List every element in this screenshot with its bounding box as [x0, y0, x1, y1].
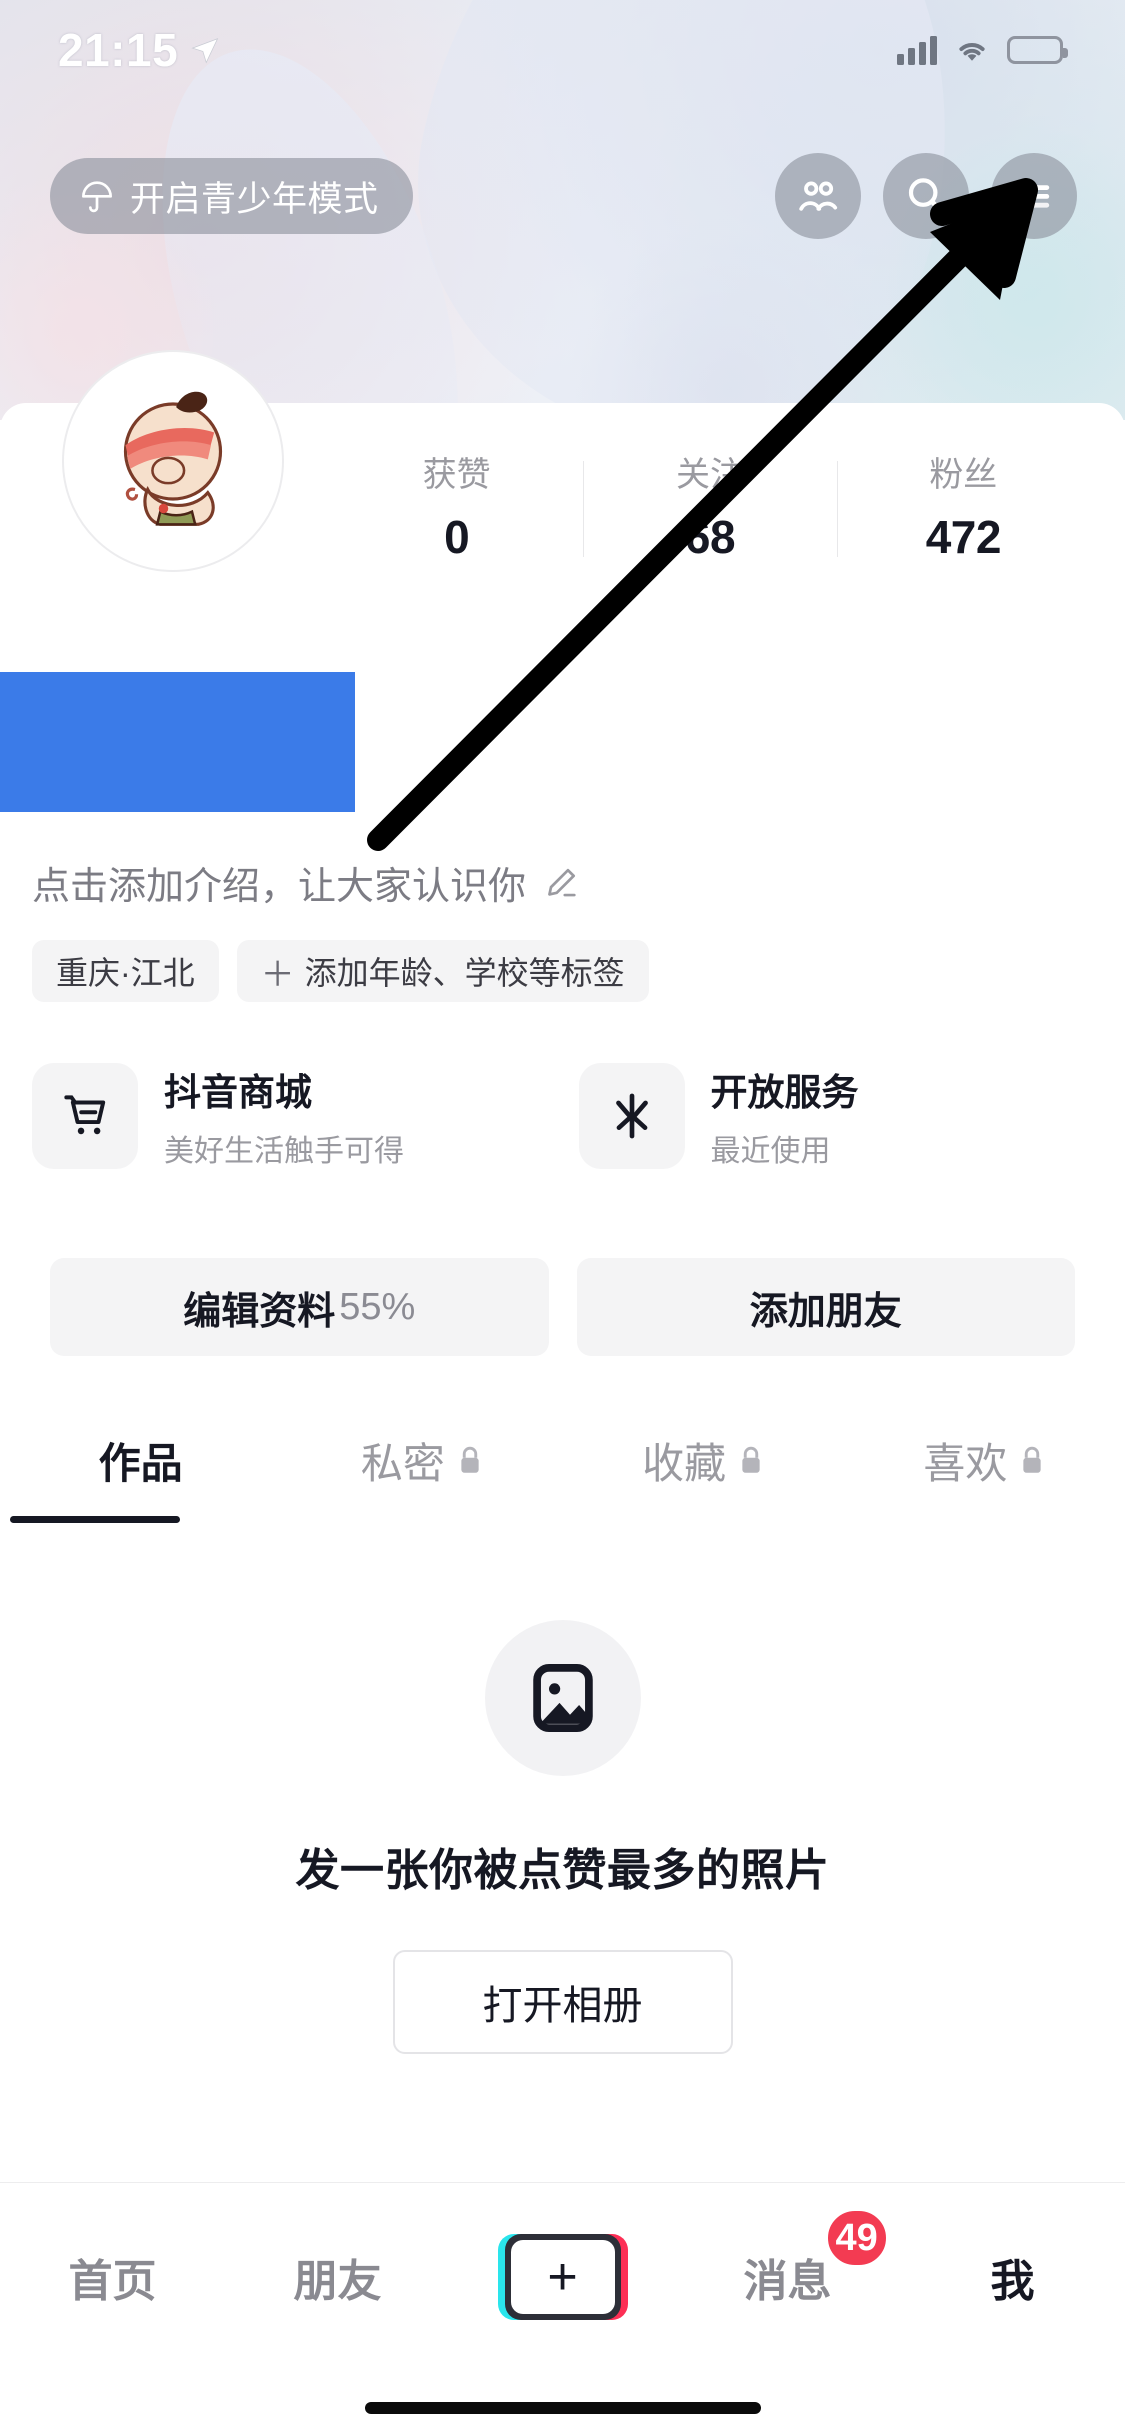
edit-profile-label: 编辑资料 — [183, 1290, 336, 1333]
tab-collection[interactable]: 收藏 — [563, 1400, 844, 1520]
tab-active-indicator — [10, 1516, 180, 1523]
open-album-label: 打开相册 — [482, 1984, 643, 2028]
edit-profile-button[interactable]: 编辑资料 55% — [50, 1258, 549, 1356]
nav-label: 我 — [990, 2257, 1035, 2306]
stat-label: 关注 — [675, 455, 744, 494]
status-time: 21:15 — [58, 24, 179, 76]
edit-profile-percent: 55% — [339, 1285, 416, 1328]
empty-state-title: 发一张你被点赞最多的照片 — [295, 1846, 830, 1895]
tab-private[interactable]: 私密 — [281, 1400, 562, 1520]
nav-item-friends[interactable]: 朋友 — [225, 2229, 450, 2325]
bottom-nav: 首页 朋友 + 消息 49 我 — [0, 2182, 1125, 2436]
search-button[interactable] — [883, 153, 969, 239]
top-action-row: 开启青少年模式 — [0, 148, 1125, 244]
teen-mode-button[interactable]: 开启青少年模式 — [50, 158, 413, 234]
image-placeholder-icon — [484, 1620, 641, 1776]
tab-label: 喜欢 — [923, 1439, 1008, 1487]
umbrella-icon — [78, 177, 116, 215]
profile-actions: 编辑资料 55% 添加朋友 — [50, 1258, 1075, 1356]
shopping-cart-icon — [32, 1063, 138, 1169]
tab-likes[interactable]: 喜欢 — [844, 1400, 1125, 1520]
stat-following[interactable]: 关注 68 — [583, 447, 836, 564]
plus-icon: ＋ — [260, 955, 295, 994]
card-title: 抖音商城 — [164, 1072, 312, 1113]
tab-works[interactable]: 作品 — [0, 1400, 281, 1520]
status-bar: 21:15 — [0, 0, 1125, 100]
profile-stats: 获赞 0 关注 68 粉丝 472 — [330, 425, 1090, 585]
bio-row[interactable]: 点击添加介绍，让大家认识你 — [32, 855, 832, 910]
tag-location[interactable]: 重庆·江北 — [32, 940, 219, 1002]
search-icon — [902, 172, 950, 220]
profile-tags: 重庆·江北 ＋ 添加年龄、学校等标签 — [32, 940, 649, 1002]
tab-label: 作品 — [98, 1439, 183, 1487]
home-indicator — [364, 2402, 761, 2414]
avatar[interactable] — [62, 350, 284, 572]
stat-likes[interactable]: 获赞 0 — [330, 447, 583, 564]
card-subtitle: 最近使用 — [710, 1135, 831, 1168]
friends-icon — [794, 172, 842, 220]
stat-followers[interactable]: 粉丝 472 — [836, 447, 1090, 564]
tag-label: 添加年龄、学校等标签 — [304, 955, 625, 991]
teen-mode-label: 开启青少年模式 — [130, 179, 379, 219]
stat-value: 0 — [444, 510, 470, 563]
plus-icon: + — [547, 2248, 578, 2306]
app-screen: 21:15 开启青少年模式 获赞 0 关注 68 粉丝 472 点击添加介绍，让… — [0, 0, 1125, 2436]
stat-label: 粉丝 — [929, 455, 998, 494]
wifi-icon — [953, 35, 991, 65]
cellular-signal-icon — [897, 35, 937, 65]
username-redaction — [0, 672, 355, 812]
menu-button[interactable] — [991, 153, 1077, 239]
nav-item-create[interactable]: + — [450, 2229, 675, 2325]
service-cards: 抖音商城 美好生活触手可得 开放服务 最近使用 — [32, 1055, 1093, 1177]
stat-value: 472 — [925, 510, 1002, 563]
lock-icon — [738, 1444, 764, 1476]
nav-label: 朋友 — [293, 2257, 382, 2306]
lock-icon — [457, 1444, 483, 1476]
open-album-button[interactable]: 打开相册 — [392, 1950, 733, 2054]
tab-label: 私密 — [360, 1439, 445, 1487]
content-tabs: 作品 私密 收藏 喜欢 — [0, 1400, 1125, 1520]
card-open-service[interactable]: 开放服务 最近使用 — [578, 1055, 1094, 1177]
avatar-cartoon-icon — [123, 391, 223, 526]
nav-item-home[interactable]: 首页 — [0, 2229, 225, 2325]
stat-value: 68 — [684, 510, 736, 563]
spark-icon — [578, 1063, 685, 1169]
tag-add[interactable]: ＋ 添加年龄、学校等标签 — [236, 940, 649, 1002]
card-subtitle: 美好生活触手可得 — [164, 1135, 404, 1168]
tab-label: 收藏 — [642, 1439, 727, 1487]
lock-icon — [1019, 1444, 1045, 1476]
location-arrow-icon — [190, 35, 220, 65]
nav-label: 首页 — [68, 2257, 157, 2306]
add-friend-button[interactable]: 添加朋友 — [576, 1258, 1075, 1356]
pencil-icon — [542, 864, 580, 902]
card-mall[interactable]: 抖音商城 美好生活触手可得 — [32, 1055, 547, 1177]
card-title: 开放服务 — [710, 1072, 859, 1113]
empty-state: 发一张你被点赞最多的照片 打开相册 — [0, 1620, 1125, 2054]
nav-item-messages[interactable]: 消息 49 — [675, 2207, 900, 2325]
tag-label: 重庆·江北 — [56, 955, 195, 991]
battery-low-icon — [1007, 36, 1068, 64]
add-friend-label: 添加朋友 — [749, 1290, 902, 1333]
menu-icon — [1010, 172, 1058, 220]
message-badge: 49 — [823, 2207, 890, 2269]
friends-button[interactable] — [775, 153, 861, 239]
stat-label: 获赞 — [422, 455, 491, 494]
nav-label: 消息 — [743, 2257, 832, 2306]
bio-placeholder: 点击添加介绍，让大家认识你 — [32, 866, 527, 908]
plus-button[interactable]: + — [497, 2234, 628, 2320]
nav-item-me[interactable]: 我 — [900, 2229, 1125, 2325]
